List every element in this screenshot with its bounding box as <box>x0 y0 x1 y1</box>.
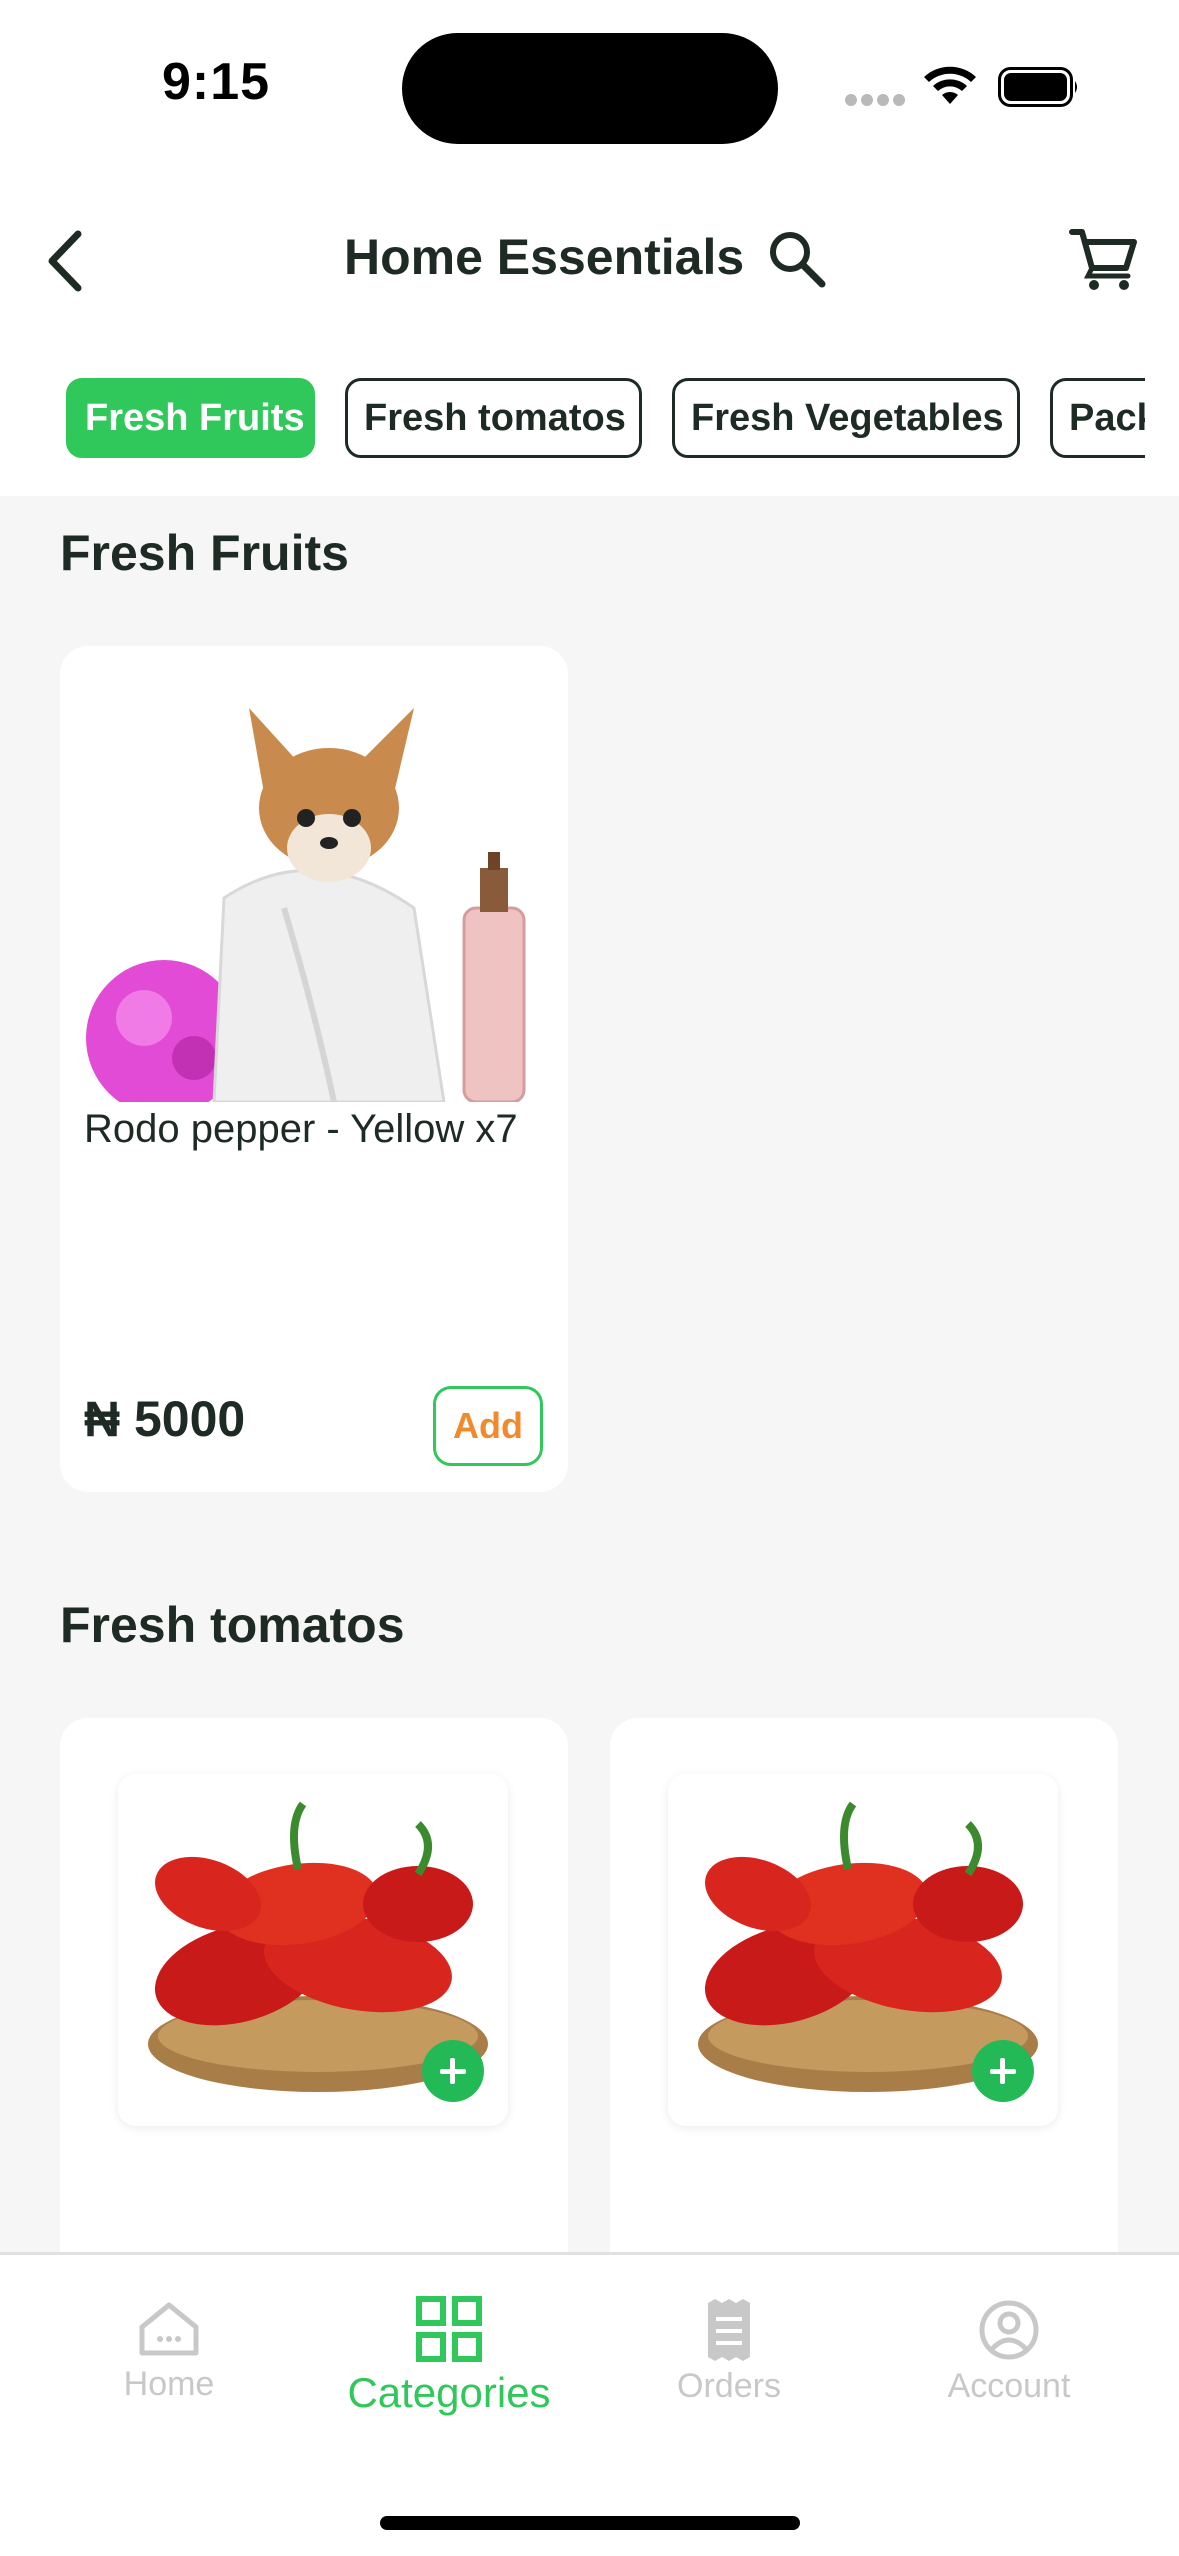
chip-fresh-vegetables[interactable]: Fresh Vegetables <box>672 378 1020 458</box>
dynamic-island <box>402 33 778 144</box>
tab-orders[interactable]: Orders <box>604 2299 854 2429</box>
product-card[interactable]: Rodo pepper - Yellow x7 ₦ 5000 Add <box>60 646 568 1492</box>
tab-account[interactable]: Account <box>884 2299 1134 2429</box>
chip-fresh-tomatos[interactable]: Fresh tomatos <box>345 378 642 458</box>
tab-orders-label: Orders <box>677 2367 781 2405</box>
add-icon[interactable] <box>972 2040 1034 2102</box>
cellular-signal-icon <box>845 94 905 108</box>
tab-account-label: Account <box>947 2367 1071 2405</box>
receipt-icon <box>708 2299 750 2361</box>
tab-home[interactable]: Home <box>44 2299 294 2429</box>
search-icon[interactable] <box>766 228 828 290</box>
product-card[interactable] <box>610 1718 1118 2252</box>
status-bar: 9:15 <box>0 0 1179 170</box>
page-title: Home Essentials <box>344 229 745 285</box>
tab-home-label: Home <box>123 2365 215 2403</box>
status-time: 9:15 <box>162 53 271 111</box>
home-indicator[interactable] <box>380 2516 800 2530</box>
wifi-icon <box>924 66 976 104</box>
section-title-fresh-tomatos: Fresh tomatos <box>60 1597 405 1653</box>
app-header: Home Essentials <box>0 190 1179 330</box>
product-card[interactable] <box>60 1718 568 2252</box>
product-name: Rodo pepper - Yellow x7 <box>84 1107 518 1151</box>
chip-packaged[interactable]: Packaged <box>1050 378 1145 458</box>
cart-icon[interactable] <box>1068 226 1138 292</box>
add-to-cart-button[interactable]: Add <box>433 1386 543 1466</box>
tab-categories[interactable]: Categories <box>324 2295 574 2425</box>
product-price: ₦ 5000 <box>84 1391 246 1447</box>
bottom-tab-bar: Home Categories Orders Account <box>0 2252 1179 2556</box>
product-image <box>84 678 540 1102</box>
back-arrow-icon[interactable] <box>40 226 90 296</box>
section-title-fresh-fruits: Fresh Fruits <box>60 525 349 581</box>
chip-fresh-fruits[interactable]: Fresh Fruits <box>66 378 315 458</box>
home-icon <box>139 2302 199 2356</box>
tab-categories-label: Categories <box>347 2369 551 2416</box>
category-chip-bar: Fresh Fruits Fresh tomatos Fresh Vegetab… <box>0 378 1145 462</box>
category-content: Fresh Fruits Rodo pepper - Yellow x7 ₦ 5… <box>0 496 1179 2252</box>
grid-icon <box>416 2296 482 2362</box>
user-circle-icon <box>979 2300 1039 2360</box>
add-icon[interactable] <box>422 2040 484 2102</box>
battery-icon <box>998 67 1077 107</box>
